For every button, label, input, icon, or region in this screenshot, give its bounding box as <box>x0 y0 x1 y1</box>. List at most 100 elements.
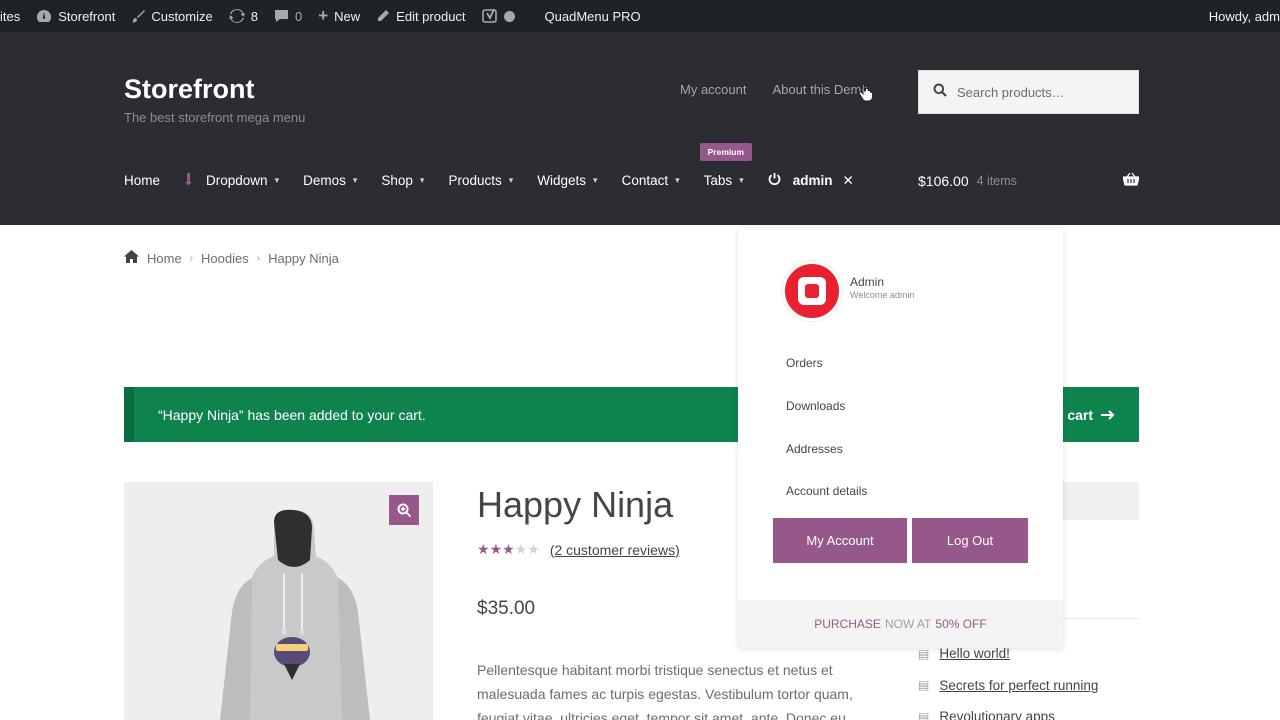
promo-end: 50% OFF <box>935 617 987 631</box>
list-item: ▤ Revolutionary apps <box>918 701 1098 720</box>
breadcrumb-category[interactable]: Hoodies <box>201 251 249 266</box>
cart-total: $106.00 <box>918 172 969 189</box>
nav-shop-label: Shop <box>381 173 413 188</box>
adminbar-site-label: Storefront <box>58 8 116 24</box>
star-icon: ★ <box>489 541 503 557</box>
nav-item-tabs[interactable]: Premium Tabs ▾ <box>699 143 753 188</box>
avatar <box>782 261 842 321</box>
breadcrumb-current: Happy Ninja <box>268 250 339 266</box>
secondary-nav-my-account[interactable]: My account <box>680 82 746 97</box>
product-description: Pellentesque habitant morbi tristique se… <box>477 662 853 720</box>
search-placeholder: Search products… <box>957 84 1065 100</box>
post-link[interactable]: Secrets for perfect running <box>939 678 1098 693</box>
home-icon <box>124 250 139 266</box>
adminbar-yoast[interactable] <box>474 0 523 32</box>
breadcrumb-separator-icon: › <box>256 252 261 264</box>
star-icon: ★ <box>527 541 540 557</box>
account-link-addresses[interactable]: Addresses <box>786 427 867 470</box>
chevron-down-icon: ▾ <box>739 175 744 185</box>
brush-icon <box>131 9 146 23</box>
adminbar-updates[interactable]: 8 <box>221 0 266 32</box>
header-cart[interactable]: $106.00 4 items <box>918 172 1140 189</box>
adminbar-updates-count: 8 <box>250 8 258 24</box>
nav-contact-label: Contact <box>621 173 669 188</box>
secondary-nav-about-demo[interactable]: About this Demo <box>772 82 868 97</box>
recent-posts: ▤ Hello world! ▤ Secrets for perfect run… <box>918 638 1098 720</box>
breadcrumb: Home › Hoodies › Happy Ninja <box>124 250 339 266</box>
close-icon[interactable]: ✕ <box>842 173 853 189</box>
power-icon <box>768 172 781 189</box>
adminbar-sites-label: ites <box>0 8 21 24</box>
nav-item-widgets[interactable]: Widgets ▾ <box>537 173 597 188</box>
document-icon: ▤ <box>918 646 930 661</box>
arrow-down-icon <box>184 172 194 189</box>
product-price: $35.00 <box>477 598 536 619</box>
user-welcome: Welcome admin <box>850 290 915 300</box>
nav-item-demos[interactable]: Demos ▾ <box>303 173 357 188</box>
seo-status-dot-icon <box>503 10 515 22</box>
promo-mid: NOW AT <box>884 617 932 631</box>
hand-cursor-icon <box>858 82 874 108</box>
list-item: ▤ Secrets for perfect running <box>918 670 1098 702</box>
nav-item-home[interactable]: Home <box>124 173 160 188</box>
adminbar-new-label: New <box>334 8 361 24</box>
cart-notice-message: “Happy Ninja” has been added to your car… <box>158 406 426 423</box>
chevron-down-icon: ▾ <box>274 175 280 185</box>
logout-button[interactable]: Log Out <box>912 518 1028 563</box>
cart-item-count: 4 items <box>976 173 1017 188</box>
hoodie-image <box>124 482 433 720</box>
product-image[interactable] <box>124 482 433 720</box>
adminbar-quadmenu[interactable]: QuadMenu PRO <box>537 0 649 32</box>
sidebar-search-input[interactable] <box>1060 482 1139 520</box>
basket-icon <box>1122 172 1140 189</box>
nav-item-products[interactable]: Products ▾ <box>448 173 513 188</box>
nav-item-shop[interactable]: Shop ▾ <box>381 173 424 188</box>
adminbar-quadmenu-label: QuadMenu PRO <box>544 8 641 24</box>
account-link-details[interactable]: Account details <box>786 470 867 513</box>
user-name: Admin <box>850 275 885 289</box>
pencil-icon <box>376 9 390 23</box>
site-header: Storefront The best storefront mega menu… <box>0 32 1280 225</box>
nav-tabs-label: Tabs <box>703 173 733 188</box>
nav-item-dropdown[interactable]: Dropdown ▾ <box>184 172 279 189</box>
product-title: Happy Ninja <box>477 484 674 525</box>
account-link-orders[interactable]: Orders <box>786 342 867 385</box>
user-avatar-icon <box>798 277 826 305</box>
purchase-promo[interactable]: PURCHASE NOW AT 50% OFF <box>738 600 1063 648</box>
adminbar-new[interactable]: + New <box>310 0 368 32</box>
breadcrumb-home[interactable]: Home <box>147 251 182 266</box>
view-cart-button[interactable]: y cart <box>1056 407 1115 423</box>
adminbar-customize[interactable]: Customize <box>123 0 220 32</box>
nav-item-contact[interactable]: Contact ▾ <box>622 173 680 188</box>
premium-badge: Premium <box>699 143 753 161</box>
chevron-down-icon: ▾ <box>419 175 425 185</box>
adminbar-customize-label: Customize <box>151 8 213 24</box>
dashboard-icon <box>36 9 52 23</box>
nav-widgets-label: Widgets <box>537 173 587 188</box>
reviews-link[interactable]: (2 customer reviews) <box>550 542 680 558</box>
adminbar-edit-product[interactable]: Edit product <box>368 0 473 32</box>
account-link-downloads[interactable]: Downloads <box>786 385 867 428</box>
product-search-input[interactable]: Search products… <box>918 70 1139 114</box>
promo-start: PURCHASE <box>814 617 881 631</box>
post-link[interactable]: Hello world! <box>939 646 1010 661</box>
adminbar-sites[interactable]: ites <box>0 0 28 32</box>
adminbar-edit-product-label: Edit product <box>396 8 466 24</box>
arrow-right-icon <box>1101 407 1115 423</box>
yoast-icon <box>481 8 498 24</box>
adminbar-comments[interactable]: 0 <box>266 0 310 32</box>
my-account-button[interactable]: My Account <box>773 518 907 563</box>
site-title[interactable]: Storefront <box>124 74 255 105</box>
chevron-down-icon: ▾ <box>593 175 598 185</box>
secondary-navigation: My account About this Demo <box>680 82 869 97</box>
comment-icon <box>274 9 289 23</box>
adminbar-site-link[interactable]: Storefront <box>28 0 123 32</box>
zoom-button[interactable] <box>389 495 419 525</box>
adminbar-howdy[interactable]: Howdy, adm <box>1201 0 1280 32</box>
primary-navigation: Home Dropdown ▾ Demos ▾ Shop ▾ Products … <box>124 143 878 189</box>
nav-item-admin[interactable]: admin ✕ <box>768 172 854 189</box>
product-rating: ★★★★★ (2 customer reviews) <box>477 541 680 558</box>
chevron-down-icon: ▾ <box>508 175 514 185</box>
post-link[interactable]: Revolutionary apps <box>939 709 1055 720</box>
chevron-down-icon: ▾ <box>675 175 680 185</box>
